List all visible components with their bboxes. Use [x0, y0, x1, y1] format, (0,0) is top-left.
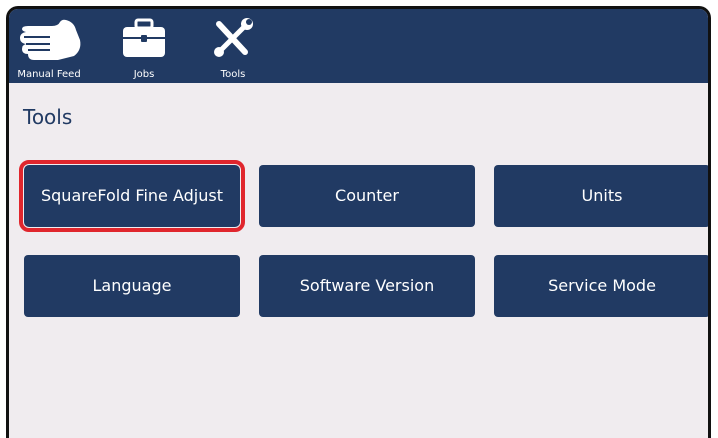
briefcase-icon: [119, 9, 169, 60]
units-button[interactable]: Units: [494, 165, 708, 227]
jobs-button[interactable]: Jobs: [114, 9, 174, 83]
squarefold-fine-adjust-button[interactable]: SquareFold Fine Adjust: [19, 160, 245, 232]
page-title: Tools: [23, 105, 73, 129]
tools-button[interactable]: Tools: [205, 9, 261, 83]
manual-feed-label: Manual Feed: [17, 69, 81, 80]
language-button[interactable]: Language: [24, 255, 240, 317]
counter-button[interactable]: Counter: [259, 165, 475, 227]
app-window: Manual Feed Jobs Tools Tools SquareFold …: [6, 6, 711, 438]
hand-icon: [14, 9, 84, 62]
manual-feed-button[interactable]: Manual Feed: [9, 9, 89, 83]
software-version-button[interactable]: Software Version: [259, 255, 475, 317]
top-toolbar: Manual Feed Jobs Tools: [9, 9, 708, 83]
tools-icon: [211, 9, 255, 60]
jobs-label: Jobs: [133, 69, 155, 80]
service-mode-button[interactable]: Service Mode: [494, 255, 708, 317]
tools-label: Tools: [220, 69, 246, 80]
